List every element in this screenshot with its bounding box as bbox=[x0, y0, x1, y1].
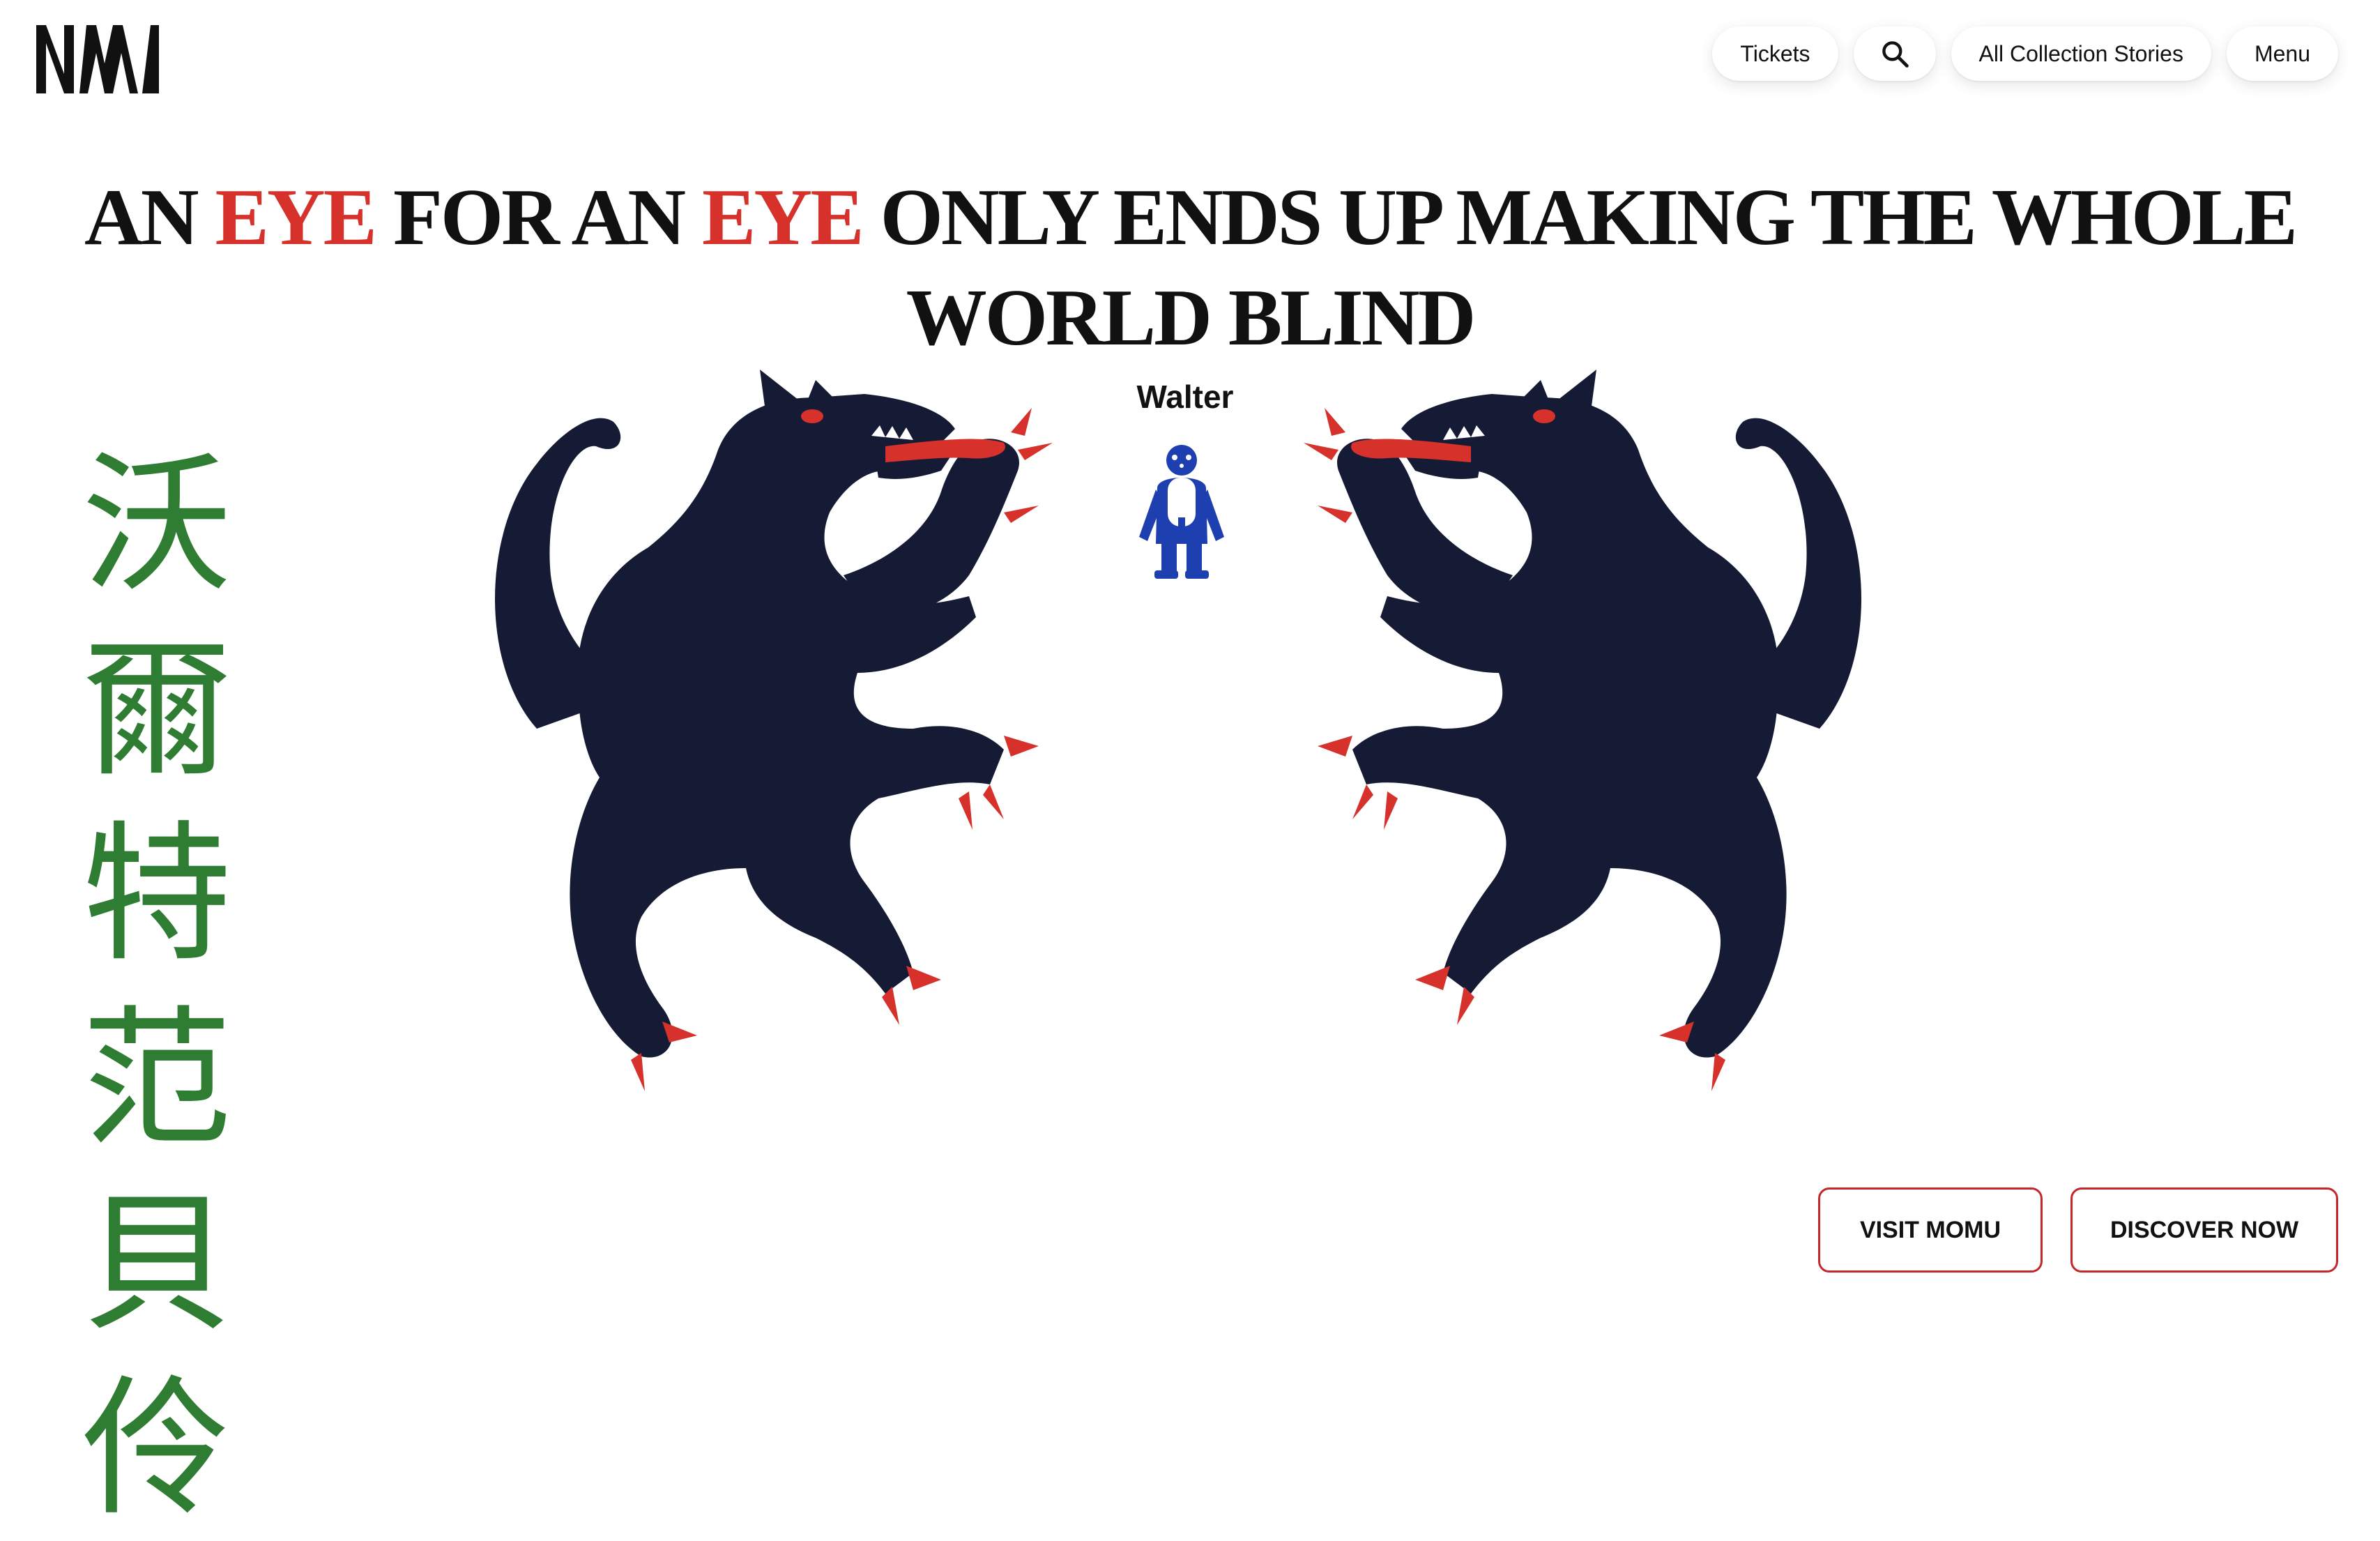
all-collection-stories-button[interactable]: All Collection Stories bbox=[1951, 26, 2211, 81]
top-nav: Tickets All Collection Stories Menu bbox=[1712, 26, 2338, 81]
title-char: 爾 bbox=[82, 622, 232, 797]
title-char: 伶 bbox=[82, 1361, 232, 1536]
tickets-button[interactable]: Tickets bbox=[1712, 26, 1838, 81]
vertical-chinese-title: 沃 爾 特 范 貝 伶 bbox=[77, 432, 237, 1541]
search-button[interactable] bbox=[1853, 26, 1936, 81]
wolf-illustration-right bbox=[1304, 370, 1861, 1091]
figure-label: Walter bbox=[1136, 379, 1234, 415]
search-icon bbox=[1882, 41, 1909, 68]
headline-highlight: EYE bbox=[702, 173, 864, 262]
title-char: 特 bbox=[82, 807, 232, 982]
title-char: 范 bbox=[82, 992, 232, 1167]
menu-button[interactable]: Menu bbox=[2226, 26, 2338, 81]
page-headline: AN EYE FOR AN EYE ONLY ENDS UP MAKING TH… bbox=[63, 167, 2317, 368]
headline-highlight: EYE bbox=[215, 173, 378, 262]
cta-group: VISIT MOMU DISCOVER NOW bbox=[1818, 1187, 2338, 1273]
title-char: 沃 bbox=[82, 437, 232, 612]
visit-momu-button[interactable]: VISIT MOMU bbox=[1818, 1187, 2043, 1273]
headline-part: ONLY ENDS UP MAKING THE WHOLE WORLD BLIN… bbox=[862, 173, 2298, 363]
discover-now-button[interactable]: DISCOVER NOW bbox=[2070, 1187, 2338, 1273]
momu-logo[interactable] bbox=[36, 25, 159, 93]
wolf-illustration-left bbox=[495, 370, 1053, 1091]
headline-part: FOR AN bbox=[375, 173, 703, 262]
title-char: 貝 bbox=[82, 1176, 232, 1351]
headline-part: AN bbox=[84, 173, 215, 262]
walter-figure-icon[interactable] bbox=[1129, 439, 1234, 582]
